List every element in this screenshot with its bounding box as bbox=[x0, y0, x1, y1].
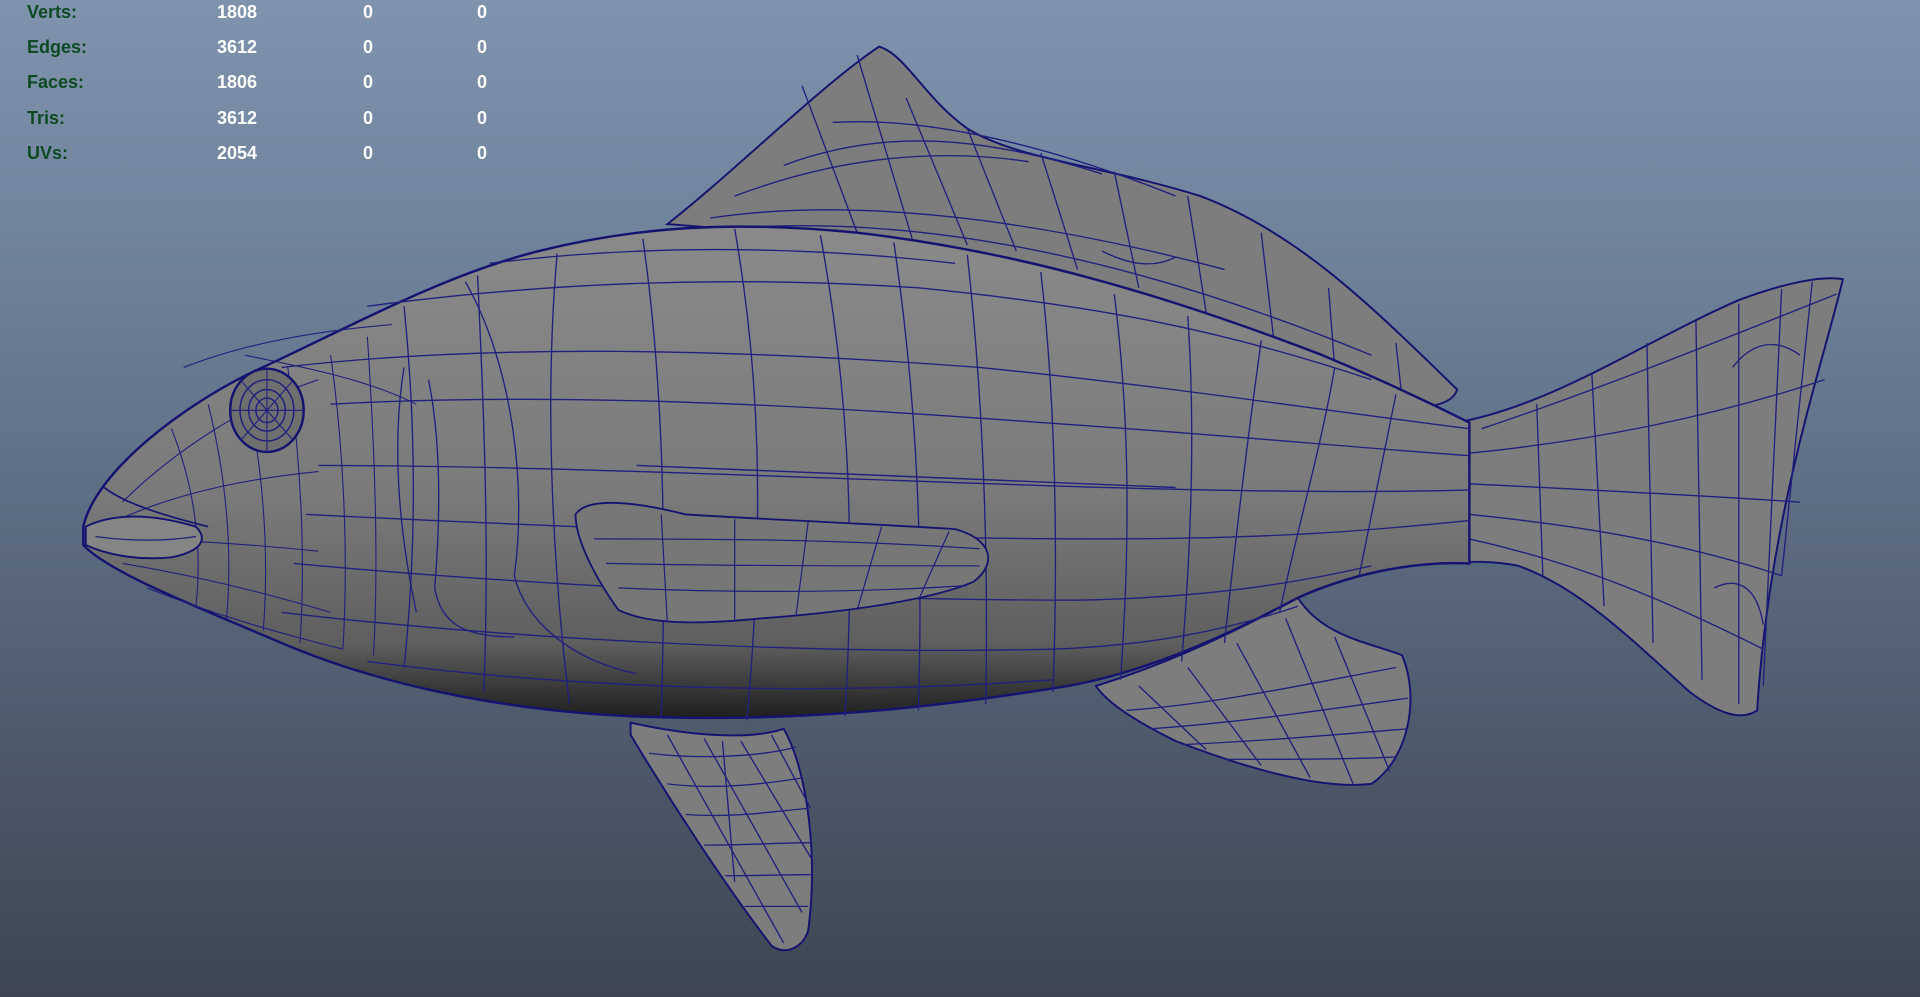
eye bbox=[228, 367, 305, 454]
3d-viewport[interactable]: Verts: 1808 0 0 Edges: 3612 0 0 Faces: 1… bbox=[0, 0, 1920, 997]
fish-mesh[interactable] bbox=[0, 0, 1920, 997]
